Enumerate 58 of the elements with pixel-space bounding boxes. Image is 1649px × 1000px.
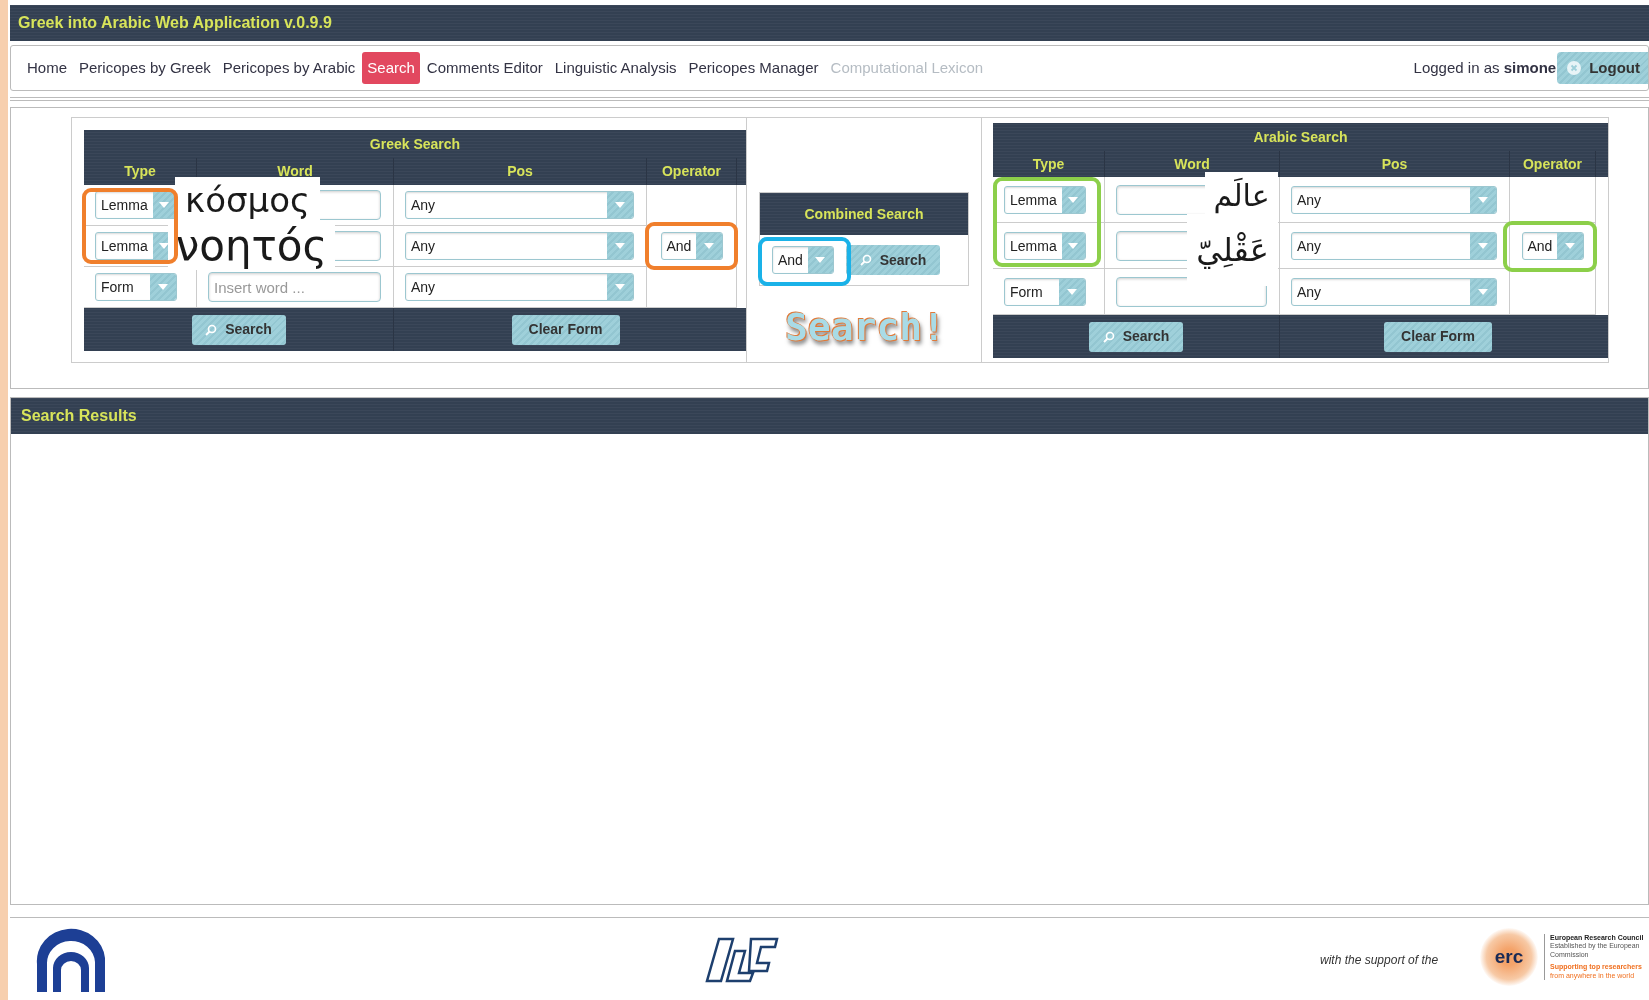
nav-link[interactable]: Linguistic Analysis [549, 52, 682, 84]
search-button[interactable]: Search [1089, 321, 1183, 352]
caret-icon [815, 257, 826, 263]
word-tooltip: عَقْلِيّ [1187, 214, 1278, 286]
support-text: with the support of the [1320, 952, 1439, 969]
dropdown[interactable]: And [1521, 231, 1584, 260]
caret-icon [159, 243, 170, 249]
nav-link[interactable]: Comments Editor [421, 52, 548, 84]
table-title: Greek Search [368, 134, 462, 154]
caret-icon [1478, 288, 1488, 295]
dropdown[interactable]: Lemma [1004, 231, 1086, 260]
dropdown[interactable]: And [660, 232, 723, 260]
word-tooltip: κόσμος [175, 177, 320, 222]
nav-link: Computational Lexicon [829, 57, 985, 78]
dropdown[interactable]: Any [1291, 277, 1497, 306]
caret-icon [615, 243, 625, 249]
caret-icon [1068, 196, 1079, 203]
dropdown[interactable]: Lemma [1004, 185, 1086, 214]
clear-form-button[interactable]: Clear Form [1384, 321, 1492, 352]
caret-icon [615, 284, 625, 290]
caret-icon [1067, 288, 1077, 295]
dropdown[interactable]: Lemma [95, 191, 177, 219]
nav-link[interactable]: Search [362, 52, 420, 84]
caret-icon [158, 284, 168, 290]
dropdown[interactable]: Any [1291, 231, 1497, 260]
search-button[interactable]: Search [191, 314, 286, 345]
dropdown[interactable]: Form [1004, 277, 1086, 306]
search-button[interactable]: Search [846, 245, 940, 275]
dropdown[interactable]: Any [405, 232, 634, 260]
caret-icon [1478, 242, 1488, 249]
app-title: Greek into Arabic Web Application v.0.9.9 [18, 13, 332, 33]
caret-icon [1478, 196, 1488, 203]
panel-title: Combined Search [760, 193, 968, 235]
close-icon [1567, 61, 1582, 75]
dropdown[interactable]: And [772, 246, 834, 274]
search-icon [859, 254, 872, 266]
caret-icon [615, 202, 625, 208]
dropdown[interactable]: Any [1291, 185, 1497, 214]
caret-icon [159, 202, 170, 208]
nav-link[interactable]: Pericopes Manager [683, 52, 824, 84]
clear-form-button[interactable]: Clear Form [511, 314, 620, 345]
input-field[interactable]: Insert word ... [208, 272, 381, 302]
nav-link[interactable]: Pericopes by Arabic [217, 52, 361, 84]
dropdown[interactable]: Any [405, 191, 634, 219]
word-tooltip: νοητός [168, 222, 335, 270]
caret-icon [703, 243, 714, 249]
search-icon [1102, 330, 1115, 343]
section-title: Search Results [21, 406, 137, 426]
caret-icon [1564, 242, 1575, 249]
dropdown[interactable]: Any [405, 273, 634, 301]
logout-button[interactable]: Logout [1557, 52, 1648, 84]
table-title: Arabic Search [1252, 127, 1349, 147]
login-status: Logged in as simone [1413, 57, 1557, 78]
caret-icon [1068, 242, 1079, 249]
nav-link[interactable]: Pericopes by Greek [74, 52, 216, 84]
search-icon [205, 323, 218, 336]
nav-link[interactable]: Home [22, 52, 72, 84]
dropdown[interactable]: Form [95, 273, 177, 301]
